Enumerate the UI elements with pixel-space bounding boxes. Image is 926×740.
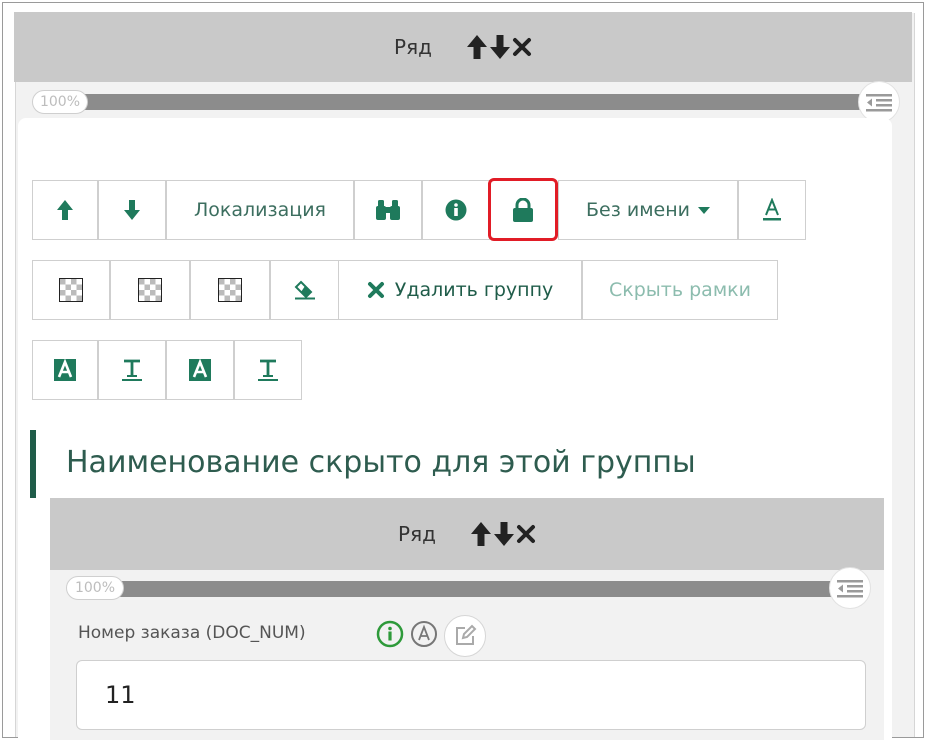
row-header: Ряд [14,12,912,82]
checker-icon [59,278,83,302]
font-highlight-icon [189,358,211,381]
value-underline-button[interactable] [234,340,302,400]
inner-row-header: Ряд [50,498,884,570]
list-indent-icon [837,580,863,598]
text-underline-icon [258,359,278,381]
inner-row-title: Ряд [398,522,436,546]
checker-icon [138,278,162,302]
find-button[interactable] [354,180,422,240]
border-color-button[interactable] [110,260,190,320]
lock-button[interactable] [488,178,558,241]
progress-label: 100% [32,90,88,114]
arrow-up-icon [466,35,487,59]
background-color-button[interactable] [32,260,110,320]
text-underline-icon [122,359,142,381]
eraser-icon [294,280,315,300]
delete-group-label: Удалить группу [394,279,554,301]
lock-icon [513,197,533,222]
value-highlight-button[interactable] [166,340,234,400]
arrow-down-icon [493,522,514,546]
header-color-button[interactable] [190,260,270,320]
move-down-button[interactable] [489,34,511,60]
clear-colors-button[interactable] [270,260,340,320]
checker-icon [218,278,242,302]
text-color-button[interactable] [738,180,806,240]
field-edit-button[interactable] [444,615,486,657]
row-progress-bar [62,94,878,110]
section-accent-bar [30,430,36,498]
caret-down-icon [698,206,710,214]
inner-row-progress-bar [96,581,848,597]
info-circle-icon [376,620,404,648]
info-icon [445,199,467,221]
inner-row-actions [470,521,536,547]
row-title: Ряд [394,35,432,59]
name-dropdown[interactable]: Без имени [558,180,738,240]
collapse-toggle[interactable] [858,81,900,123]
hide-borders-label: Скрыть рамки [609,279,751,301]
move-up-button[interactable] [466,34,488,60]
row-actions [466,34,532,60]
move-group-up-button[interactable] [32,180,98,240]
remove-row-button[interactable] [512,37,532,57]
localization-button[interactable]: Локализация [166,180,354,240]
a-circle-icon [411,621,437,647]
close-icon [516,525,535,543]
arrow-up-icon [470,522,491,546]
arrow-up-icon [57,200,73,220]
edit-icon [456,624,477,645]
name-dropdown-label: Без имени [585,199,690,221]
binoculars-icon [376,200,400,220]
localization-label: Локализация [194,199,326,221]
field-localization-button[interactable] [410,620,438,652]
close-icon [367,282,384,298]
arrow-down-icon [124,200,140,220]
section-title: Наименование скрыто для этой группы [66,445,696,480]
field-info-button[interactable] [376,620,404,652]
hide-borders-button[interactable]: Скрыть рамки [582,260,778,320]
inner-move-down-button[interactable] [493,521,515,547]
inner-move-up-button[interactable] [470,521,492,547]
delete-group-button[interactable]: Удалить группу [338,260,582,320]
list-indent-icon [866,94,892,112]
inner-collapse-toggle[interactable] [829,567,871,609]
move-group-down-button[interactable] [98,180,166,240]
label-highlight-button[interactable] [32,340,98,400]
inner-progress-label: 100% [66,576,124,600]
close-icon [512,38,531,56]
text-color-icon [763,198,781,221]
field-label: Номер заказа (DOC_NUM) [78,623,306,643]
doc-num-input[interactable] [76,660,866,730]
label-underline-button[interactable] [98,340,166,400]
field-actions [376,615,486,657]
info-button[interactable] [422,180,490,240]
font-highlight-icon [54,358,76,381]
inner-remove-row-button[interactable] [516,524,536,544]
arrow-down-icon [489,35,510,59]
